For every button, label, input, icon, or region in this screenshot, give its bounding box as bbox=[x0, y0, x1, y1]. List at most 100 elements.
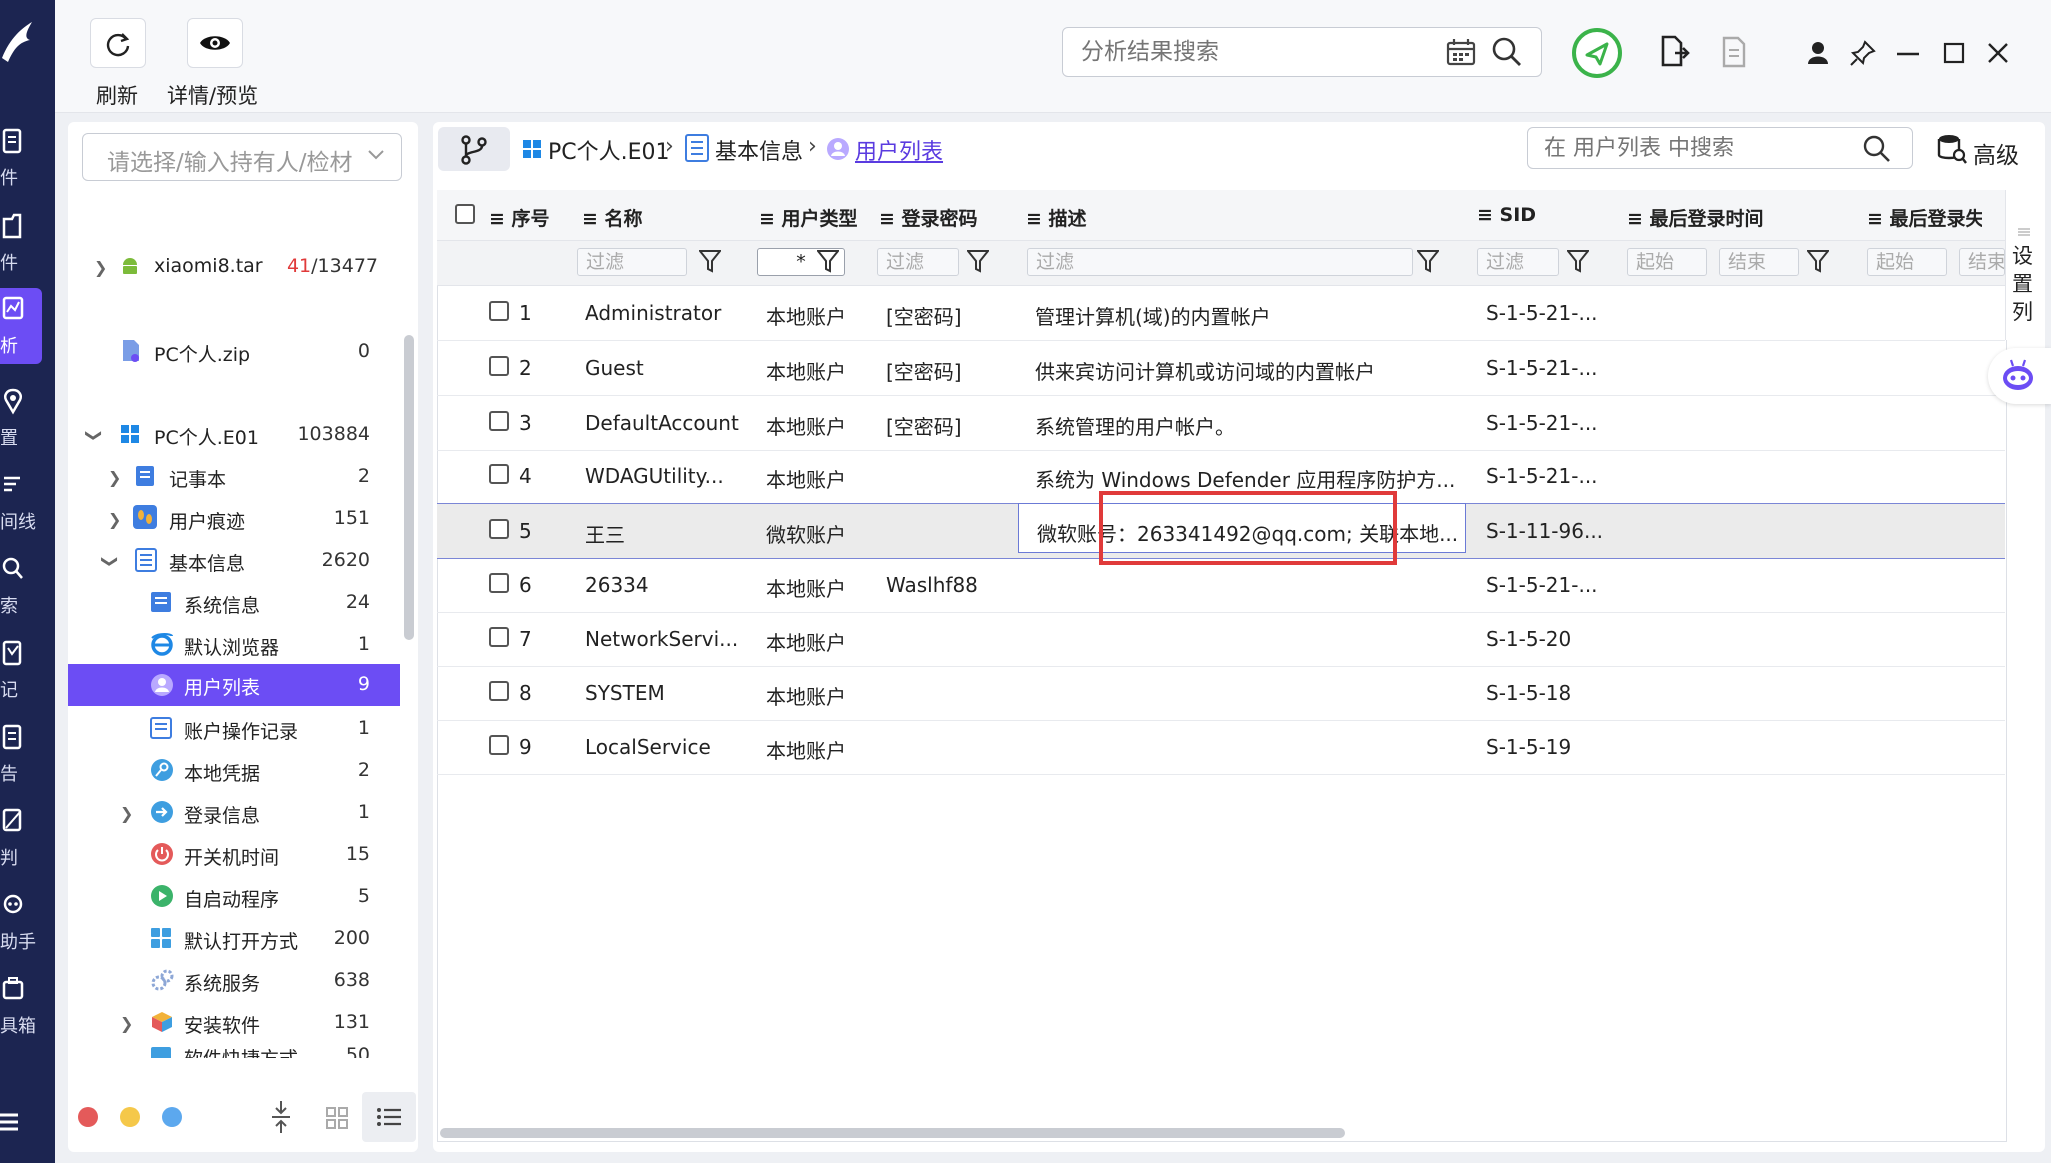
table-search-box[interactable] bbox=[1527, 127, 1913, 169]
tree-item-basic-info[interactable]: ❯ 基本信息 2620 bbox=[68, 540, 400, 580]
breadcrumb-item-user-list[interactable]: 用户列表 bbox=[855, 134, 943, 166]
rail-item-files[interactable]: 件 bbox=[0, 120, 55, 200]
filter-funnel-icon[interactable] bbox=[817, 249, 839, 273]
rail-item-search[interactable]: 索 bbox=[0, 548, 55, 628]
user-icon[interactable] bbox=[1806, 40, 1830, 66]
color-dot-yellow[interactable] bbox=[120, 1107, 140, 1127]
row-checkbox[interactable] bbox=[489, 356, 509, 376]
table-row[interactable]: 2 Guest 本地账户 [空密码] 供来宾访问计算机或访问域的内置帐户 S-1… bbox=[437, 341, 2005, 396]
filter-last-login-start[interactable]: 起始 bbox=[1627, 248, 1707, 276]
rail-item-judge[interactable]: 判 bbox=[0, 800, 55, 880]
column-header-password[interactable]: ≡ 登录密码 bbox=[879, 204, 978, 231]
column-header-last-login[interactable]: ≡ 最后登录时间 bbox=[1627, 204, 1764, 231]
rail-item-assistant[interactable]: 助手 bbox=[0, 884, 55, 964]
filter-last-failed-start[interactable]: 起始 bbox=[1867, 248, 1947, 276]
rail-item-notes[interactable]: 记 bbox=[0, 632, 55, 712]
chevron-right-icon[interactable]: ❯ bbox=[120, 1014, 133, 1033]
filter-description-input[interactable]: 过滤 bbox=[1027, 248, 1413, 276]
table-row[interactable]: 6 26334 本地账户 Waslhf88 S-1-5-21-... bbox=[437, 558, 2005, 613]
report-file-icon[interactable] bbox=[1720, 36, 1750, 70]
rail-item-report[interactable]: 告 bbox=[0, 716, 55, 796]
tree-item-login-info[interactable]: ❯ 登录信息 1 bbox=[68, 792, 400, 832]
filter-last-login-end[interactable]: 结束 bbox=[1719, 248, 1799, 276]
tree-item-local-credentials[interactable]: 本地凭据 2 bbox=[68, 750, 400, 790]
column-header-description[interactable]: ≡ 描述 bbox=[1026, 204, 1087, 231]
column-header-sid[interactable]: ≡ SID bbox=[1477, 204, 1536, 226]
refresh-button[interactable] bbox=[90, 18, 146, 68]
filter-funnel-icon[interactable] bbox=[1807, 249, 1829, 273]
row-checkbox[interactable] bbox=[489, 627, 509, 647]
menu-icon[interactable] bbox=[0, 1112, 20, 1132]
rail-item-files2[interactable]: 件 bbox=[0, 205, 55, 285]
table-row[interactable]: 7 NetworkServi... 本地账户 S-1-5-20 bbox=[437, 612, 2005, 667]
export-file-icon[interactable] bbox=[1659, 35, 1691, 69]
search-icon[interactable] bbox=[1491, 36, 1523, 68]
color-dot-red[interactable] bbox=[78, 1107, 98, 1127]
minimize-icon[interactable] bbox=[1897, 52, 1919, 56]
maximize-icon[interactable] bbox=[1943, 42, 1965, 64]
column-settings-tab[interactable]: 设 置 列 bbox=[2005, 190, 2040, 340]
assistant-robot-button[interactable] bbox=[1988, 348, 2051, 404]
tree-item-notepad[interactable]: ❯ 记事本 2 bbox=[68, 456, 400, 496]
filter-last-failed-end[interactable]: 结束 bbox=[1959, 248, 2005, 276]
pin-icon[interactable] bbox=[1850, 40, 1876, 66]
filter-name-input[interactable]: 过滤 bbox=[577, 248, 687, 276]
tree-item-installed-software[interactable]: ❯ 安装软件 131 bbox=[68, 1002, 400, 1042]
analysis-search-input[interactable] bbox=[1079, 34, 1423, 70]
filter-funnel-icon[interactable] bbox=[699, 249, 721, 273]
table-row[interactable]: 3 DefaultAccount 本地账户 [空密码] 系统管理的用户帐户。 S… bbox=[437, 396, 2005, 451]
owner-select[interactable]: 请选择/输入持有人/检材 bbox=[82, 133, 402, 181]
table-horizontal-scrollbar[interactable] bbox=[440, 1128, 1345, 1138]
tree-item-account-ops[interactable]: 账户操作记录 1 bbox=[68, 708, 400, 748]
chevron-right-icon[interactable]: ❯ bbox=[108, 468, 121, 487]
chevron-right-icon[interactable]: ❯ bbox=[120, 804, 133, 823]
table-row[interactable]: 1 Administrator 本地账户 [空密码] 管理计算机(域)的内置帐户… bbox=[437, 286, 2005, 341]
grid-view-icon[interactable] bbox=[326, 1107, 348, 1129]
column-header-last-failed[interactable]: ≡ 最后登录失败 bbox=[1867, 204, 1982, 231]
preview-button[interactable] bbox=[187, 18, 243, 68]
color-dot-blue[interactable] bbox=[162, 1107, 182, 1127]
analysis-search-box[interactable] bbox=[1062, 27, 1542, 77]
row-checkbox[interactable] bbox=[489, 681, 509, 701]
row-checkbox[interactable] bbox=[489, 464, 509, 484]
tree-item-pc-e01[interactable]: ❯ PC个人.E01 103884 bbox=[68, 414, 400, 454]
table-search-input[interactable] bbox=[1542, 132, 1846, 164]
tree-scrollbar[interactable] bbox=[404, 335, 414, 640]
chevron-down-icon[interactable]: ❯ bbox=[101, 555, 120, 568]
search-icon[interactable] bbox=[1862, 134, 1892, 164]
tree-item-user-traces[interactable]: ❯ 用户痕迹 151 bbox=[68, 498, 400, 538]
filter-funnel-icon[interactable] bbox=[1417, 249, 1439, 273]
tree-item-shortcuts-partial[interactable]: 软件快捷方式 50 bbox=[68, 1044, 400, 1058]
select-all-checkbox[interactable] bbox=[455, 204, 475, 224]
row-checkbox[interactable] bbox=[489, 735, 509, 755]
tree-item-xiaomi8[interactable]: ❯ xiaomi8.tar 41/13477 bbox=[68, 246, 400, 286]
tree-item-system-info[interactable]: 系统信息 24 bbox=[68, 582, 400, 622]
rail-item-analysis[interactable]: 析 bbox=[0, 288, 42, 364]
tree-item-default-browser[interactable]: 默认浏览器 1 bbox=[68, 624, 400, 664]
rail-item-location[interactable]: 置 bbox=[0, 380, 55, 460]
column-header-no[interactable]: ≡ 序号 bbox=[489, 204, 550, 231]
column-header-name[interactable]: ≡ 名称 bbox=[582, 204, 643, 231]
breadcrumb-item-e01[interactable]: PC个人.E01 bbox=[548, 134, 670, 166]
close-icon[interactable] bbox=[1987, 42, 2009, 64]
tree-item-default-open[interactable]: 默认打开方式 200 bbox=[68, 918, 400, 958]
filter-sid-input[interactable]: 过滤 bbox=[1477, 248, 1559, 276]
rail-item-timeline[interactable]: 间线 bbox=[0, 464, 55, 544]
row-checkbox[interactable] bbox=[489, 519, 509, 539]
row-checkbox[interactable] bbox=[489, 301, 509, 321]
filter-funnel-icon[interactable] bbox=[1567, 249, 1589, 273]
chevron-right-icon[interactable]: ❯ bbox=[108, 510, 121, 529]
branch-button[interactable] bbox=[438, 127, 510, 171]
tree-item-autostart[interactable]: 自启动程序 5 bbox=[68, 876, 400, 916]
chevron-right-icon[interactable]: ❯ bbox=[94, 258, 107, 277]
tree-item-system-services[interactable]: 系统服务 638 bbox=[68, 960, 400, 1000]
column-header-type[interactable]: ≡ 用户类型 bbox=[759, 204, 858, 231]
breadcrumb-item-basic-info[interactable]: 基本信息 bbox=[715, 134, 803, 166]
filter-password-input[interactable]: 过滤 bbox=[877, 248, 959, 276]
calendar-icon[interactable] bbox=[1446, 38, 1476, 66]
table-row[interactable]: 9 LocalService 本地账户 S-1-5-19 bbox=[437, 720, 2005, 775]
table-row[interactable]: 8 SYSTEM 本地账户 S-1-5-18 bbox=[437, 666, 2005, 721]
collapse-icon[interactable] bbox=[270, 1100, 292, 1134]
row-checkbox[interactable] bbox=[489, 411, 509, 431]
tree-item-pc-zip[interactable]: PC个人.zip 0 bbox=[68, 331, 400, 371]
